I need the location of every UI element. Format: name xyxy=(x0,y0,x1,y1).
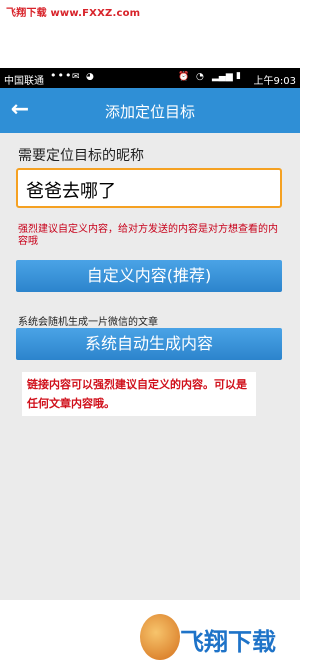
auto-content-hint: 系统会随机生成一片微信的文章 xyxy=(18,317,158,328)
page-title: 添加定位目标 xyxy=(104,103,195,121)
nickname-input[interactable]: 爸爸去哪了 xyxy=(16,168,282,208)
logo-emblem-icon xyxy=(140,614,180,660)
annotation-text: 链接内容可以强烈建议自定义的内容。可以是任何文章内容哦。 xyxy=(27,378,247,410)
message-icon: ✉ xyxy=(72,72,80,82)
battery-icon: ▮ xyxy=(236,71,241,81)
custom-content-hint: 强烈建议自定义内容，给对方发送的内容是对方想查看的内容哦 xyxy=(18,224,278,247)
cat-icon: ◕ xyxy=(86,72,94,82)
title-bar: ← 添加定位目标 xyxy=(0,88,300,133)
custom-content-button[interactable]: 自定义内容(推荐) xyxy=(16,260,282,292)
auto-generate-button[interactable]: 系统自动生成内容 xyxy=(16,328,282,360)
status-bar: 中国联通 ••• ✉ ◕ ⏰ ◔ ▂▄▆ ▮ 上午9:03 xyxy=(0,68,300,88)
watermark-text: 飞翔下载 www.FXXZ.com xyxy=(6,8,141,19)
footer-logo-text: 飞翔下载 xyxy=(180,628,276,656)
alarm-icon: ⏰ xyxy=(178,72,190,82)
clock: 上午9:03 xyxy=(253,76,296,87)
signal-icon: ▂▄▆ xyxy=(212,72,233,82)
nickname-label: 需要定位目标的昵称 xyxy=(18,148,144,164)
annotation-box: 链接内容可以强烈建议自定义的内容。可以是任何文章内容哦。 xyxy=(22,372,256,416)
wifi-icon: ◔ xyxy=(196,72,204,82)
notification-dots: ••• xyxy=(50,69,73,82)
footer-watermark: 飞翔下载 xyxy=(0,600,300,670)
carrier-label: 中国联通 xyxy=(4,76,44,87)
